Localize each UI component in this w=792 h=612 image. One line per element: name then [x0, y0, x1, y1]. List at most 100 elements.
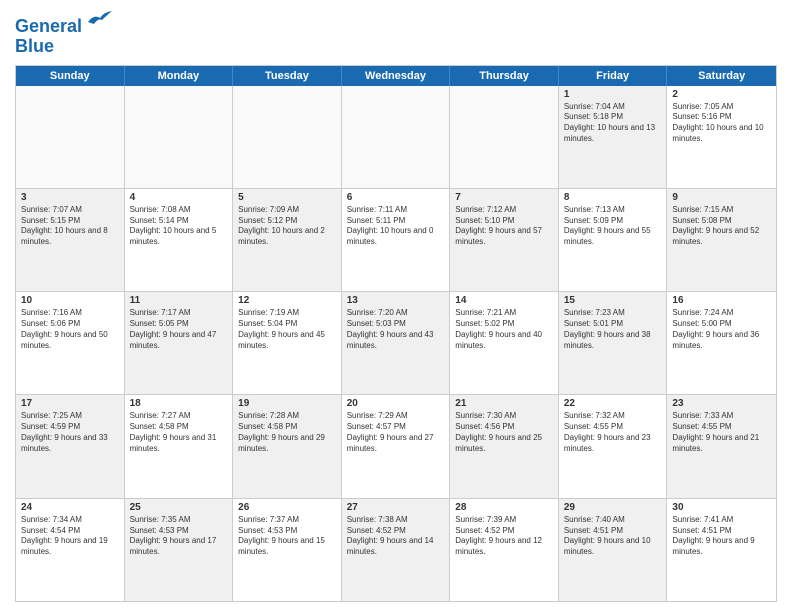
day-info: Sunrise: 7:27 AM Sunset: 4:58 PM Dayligh…: [130, 411, 228, 454]
calendar-cell: 21 Sunrise: 7:30 AM Sunset: 4:56 PM Dayli…: [450, 395, 559, 497]
calendar-cell: 8 Sunrise: 7:13 AM Sunset: 5:09 PM Daylig…: [559, 189, 668, 291]
day-number: 20: [347, 398, 445, 409]
calendar-row: 3 Sunrise: 7:07 AM Sunset: 5:15 PM Daylig…: [16, 189, 776, 292]
day-number: 18: [130, 398, 228, 409]
calendar-row: 10 Sunrise: 7:16 AM Sunset: 5:06 PM Dayli…: [16, 292, 776, 395]
calendar-cell: 20 Sunrise: 7:29 AM Sunset: 4:57 PM Dayli…: [342, 395, 451, 497]
day-number: 10: [21, 295, 119, 306]
calendar-cell: 17 Sunrise: 7:25 AM Sunset: 4:59 PM Dayli…: [16, 395, 125, 497]
calendar-cell: 2 Sunrise: 7:05 AM Sunset: 5:16 PM Daylig…: [667, 86, 776, 188]
day-number: 21: [455, 398, 553, 409]
day-info: Sunrise: 7:25 AM Sunset: 4:59 PM Dayligh…: [21, 411, 119, 454]
day-info: Sunrise: 7:04 AM Sunset: 5:18 PM Dayligh…: [564, 102, 662, 145]
day-number: 14: [455, 295, 553, 306]
calendar-cell: [342, 86, 451, 188]
day-number: 12: [238, 295, 336, 306]
day-number: 30: [672, 502, 771, 513]
calendar-cell: 22 Sunrise: 7:32 AM Sunset: 4:55 PM Dayli…: [559, 395, 668, 497]
logo-blue: Blue: [15, 37, 112, 57]
logo-text: General: [15, 14, 112, 37]
logo: General Blue: [15, 14, 112, 57]
calendar-cell: 9 Sunrise: 7:15 AM Sunset: 5:08 PM Daylig…: [667, 189, 776, 291]
calendar-row: 24Sunrise: 7:34 AM Sunset: 4:54 PM Dayli…: [16, 499, 776, 601]
day-info: Sunrise: 7:07 AM Sunset: 5:15 PM Dayligh…: [21, 205, 119, 248]
calendar-cell: 5 Sunrise: 7:09 AM Sunset: 5:12 PM Daylig…: [233, 189, 342, 291]
day-number: 27: [347, 502, 445, 513]
day-info: Sunrise: 7:30 AM Sunset: 4:56 PM Dayligh…: [455, 411, 553, 454]
day-info: Sunrise: 7:05 AM Sunset: 5:16 PM Dayligh…: [672, 102, 771, 145]
day-number: 9: [672, 192, 771, 203]
weekday-header: Sunday: [16, 66, 125, 86]
weekday-header: Wednesday: [342, 66, 451, 86]
day-number: 6: [347, 192, 445, 203]
day-number: 3: [21, 192, 119, 203]
header: General Blue: [15, 10, 777, 57]
day-info: Sunrise: 7:40 AM Sunset: 4:51 PM Dayligh…: [564, 515, 662, 558]
day-info: Sunrise: 7:09 AM Sunset: 5:12 PM Dayligh…: [238, 205, 336, 248]
day-info: Sunrise: 7:21 AM Sunset: 5:02 PM Dayligh…: [455, 308, 553, 351]
logo-general: General: [15, 16, 82, 36]
calendar-cell: 1 Sunrise: 7:04 AM Sunset: 5:18 PM Daylig…: [559, 86, 668, 188]
day-number: 11: [130, 295, 228, 306]
calendar-cell: 10 Sunrise: 7:16 AM Sunset: 5:06 PM Dayli…: [16, 292, 125, 394]
day-info: Sunrise: 7:33 AM Sunset: 4:55 PM Dayligh…: [672, 411, 771, 454]
day-info: Sunrise: 7:32 AM Sunset: 4:55 PM Dayligh…: [564, 411, 662, 454]
weekday-header: Tuesday: [233, 66, 342, 86]
day-info: Sunrise: 7:37 AM Sunset: 4:53 PM Dayligh…: [238, 515, 336, 558]
day-number: 22: [564, 398, 662, 409]
calendar-cell: 16 Sunrise: 7:24 AM Sunset: 5:00 PM Dayli…: [667, 292, 776, 394]
day-info: Sunrise: 7:12 AM Sunset: 5:10 PM Dayligh…: [455, 205, 553, 248]
day-number: 19: [238, 398, 336, 409]
day-number: 5: [238, 192, 336, 203]
day-info: Sunrise: 7:19 AM Sunset: 5:04 PM Dayligh…: [238, 308, 336, 351]
calendar-cell: [16, 86, 125, 188]
calendar-cell: 23 Sunrise: 7:33 AM Sunset: 4:55 PM Dayli…: [667, 395, 776, 497]
day-number: 17: [21, 398, 119, 409]
day-number: 2: [672, 89, 771, 100]
day-number: 26: [238, 502, 336, 513]
calendar-row: 17 Sunrise: 7:25 AM Sunset: 4:59 PM Dayli…: [16, 395, 776, 498]
calendar: SundayMondayTuesdayWednesdayThursdayFrid…: [15, 65, 777, 602]
day-info: Sunrise: 7:16 AM Sunset: 5:06 PM Dayligh…: [21, 308, 119, 351]
calendar-cell: 13Sunrise: 7:20 AM Sunset: 5:03 PM Dayli…: [342, 292, 451, 394]
calendar-cell: [125, 86, 234, 188]
day-info: Sunrise: 7:28 AM Sunset: 4:58 PM Dayligh…: [238, 411, 336, 454]
day-info: Sunrise: 7:35 AM Sunset: 4:53 PM Dayligh…: [130, 515, 228, 558]
day-number: 23: [672, 398, 771, 409]
logo-bird-icon: [84, 10, 112, 32]
calendar-cell: 24Sunrise: 7:34 AM Sunset: 4:54 PM Dayli…: [16, 499, 125, 601]
calendar-cell: 18 Sunrise: 7:27 AM Sunset: 4:58 PM Dayli…: [125, 395, 234, 497]
calendar-cell: 28Sunrise: 7:39 AM Sunset: 4:52 PM Dayli…: [450, 499, 559, 601]
weekday-header: Friday: [559, 66, 668, 86]
day-info: Sunrise: 7:11 AM Sunset: 5:11 PM Dayligh…: [347, 205, 445, 248]
day-info: Sunrise: 7:41 AM Sunset: 4:51 PM Dayligh…: [672, 515, 771, 558]
calendar-cell: 7Sunrise: 7:12 AM Sunset: 5:10 PM Daylig…: [450, 189, 559, 291]
day-info: Sunrise: 7:24 AM Sunset: 5:00 PM Dayligh…: [672, 308, 771, 351]
page: General Blue SundayMondayTuesdayWednesda…: [0, 0, 792, 612]
calendar-cell: [450, 86, 559, 188]
weekday-header: Thursday: [450, 66, 559, 86]
calendar-cell: 15Sunrise: 7:23 AM Sunset: 5:01 PM Dayli…: [559, 292, 668, 394]
calendar-row: 1 Sunrise: 7:04 AM Sunset: 5:18 PM Daylig…: [16, 86, 776, 189]
day-number: 13: [347, 295, 445, 306]
calendar-cell: 19 Sunrise: 7:28 AM Sunset: 4:58 PM Dayli…: [233, 395, 342, 497]
day-info: Sunrise: 7:29 AM Sunset: 4:57 PM Dayligh…: [347, 411, 445, 454]
logo-text-block: General Blue: [15, 14, 112, 57]
day-number: 4: [130, 192, 228, 203]
calendar-header: SundayMondayTuesdayWednesdayThursdayFrid…: [16, 66, 776, 86]
day-number: 24: [21, 502, 119, 513]
day-number: 16: [672, 295, 771, 306]
day-number: 1: [564, 89, 662, 100]
calendar-cell: 14 Sunrise: 7:21 AM Sunset: 5:02 PM Dayli…: [450, 292, 559, 394]
calendar-cell: 3 Sunrise: 7:07 AM Sunset: 5:15 PM Daylig…: [16, 189, 125, 291]
calendar-cell: [233, 86, 342, 188]
day-info: Sunrise: 7:08 AM Sunset: 5:14 PM Dayligh…: [130, 205, 228, 248]
calendar-cell: 26 Sunrise: 7:37 AM Sunset: 4:53 PM Dayli…: [233, 499, 342, 601]
day-info: Sunrise: 7:13 AM Sunset: 5:09 PM Dayligh…: [564, 205, 662, 248]
weekday-header: Saturday: [667, 66, 776, 86]
calendar-cell: 30 Sunrise: 7:41 AM Sunset: 4:51 PM Dayli…: [667, 499, 776, 601]
calendar-cell: 11Sunrise: 7:17 AM Sunset: 5:05 PM Dayli…: [125, 292, 234, 394]
day-number: 25: [130, 502, 228, 513]
day-number: 8: [564, 192, 662, 203]
day-info: Sunrise: 7:15 AM Sunset: 5:08 PM Dayligh…: [672, 205, 771, 248]
